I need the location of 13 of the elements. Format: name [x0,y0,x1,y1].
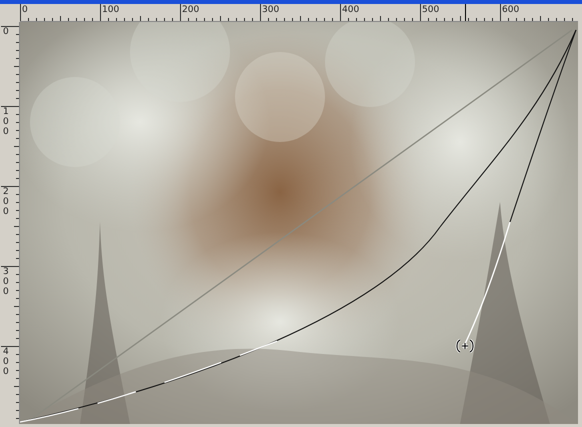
ruler-label: 500 [422,5,440,15]
ruler-label: 600 [502,5,520,15]
ruler-label: 300 [262,5,280,15]
ruler-label: 0 [3,28,9,38]
ruler-label: 400 [3,348,9,378]
ruler-label: 200 [3,188,9,218]
ruler-label: 100 [3,108,9,138]
ruler-label: 200 [182,5,200,15]
ruler-label: 0 [22,5,28,15]
ruler-label: 400 [342,5,360,15]
rotate-cursor-icon [455,338,475,354]
ruler-label: 300 [3,268,9,298]
ruler-label: 100 [102,5,120,15]
